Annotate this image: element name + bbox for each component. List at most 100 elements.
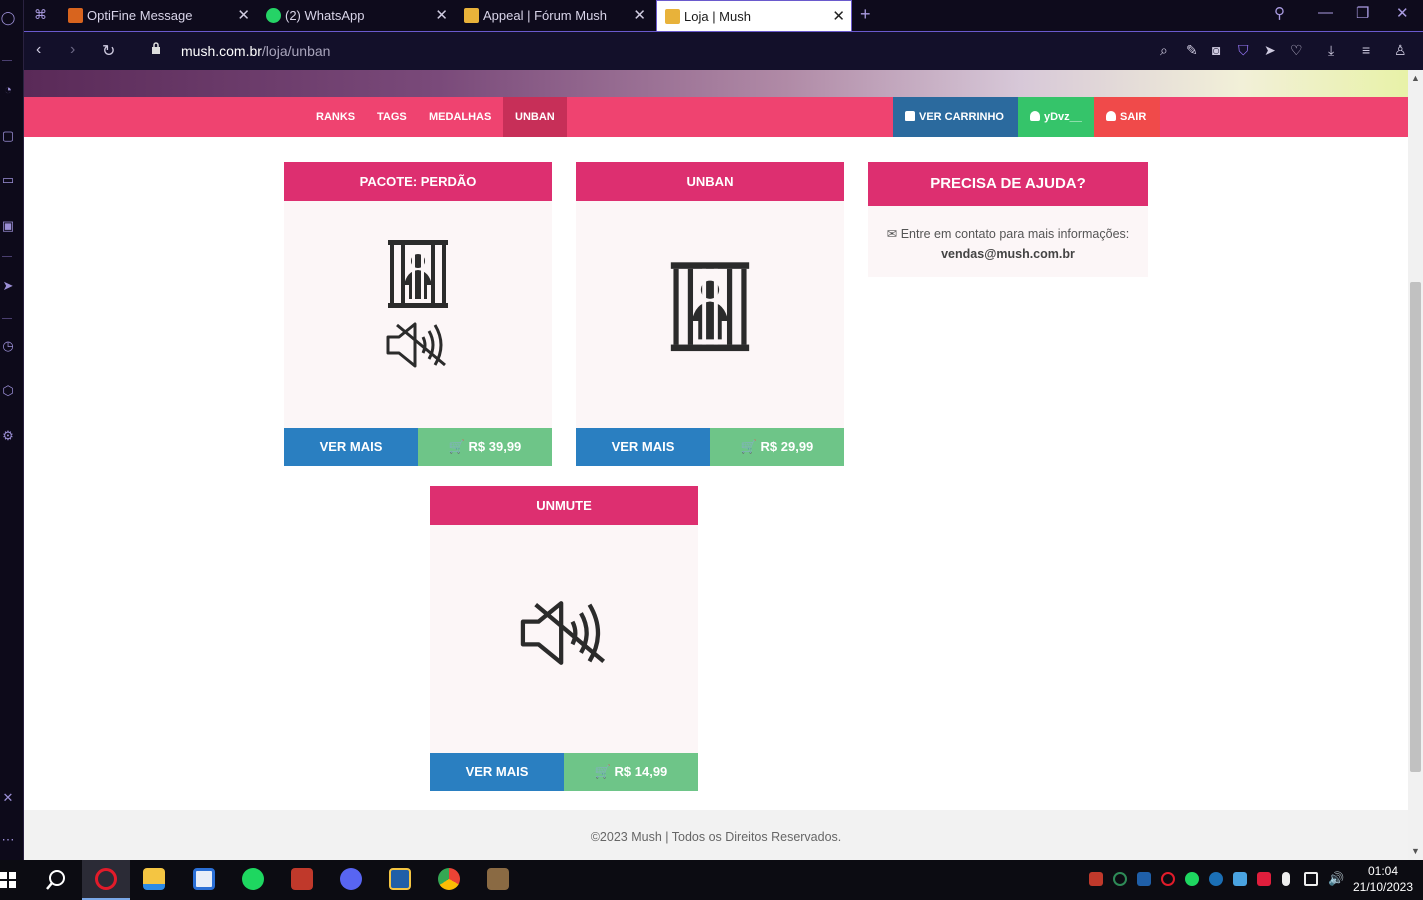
- taskbar-vpn[interactable]: [376, 860, 424, 900]
- tray-app-icon[interactable]: [1233, 872, 1247, 886]
- product-title: UNMUTE: [430, 486, 698, 525]
- user-button[interactable]: yDvz__: [1018, 97, 1094, 137]
- basket-icon: 🛒: [448, 439, 469, 454]
- page-viewport: RANKS TAGS MEDALHAS UNBAN VER CARRINHO y…: [24, 70, 1408, 860]
- product-title: PACOTE: PERDÃO: [284, 162, 552, 201]
- page-footer: ©2023 Mush | Todos os Direitos Reservado…: [24, 810, 1408, 860]
- reload-icon[interactable]: ↻: [102, 41, 115, 61]
- see-more-button[interactable]: VER MAIS: [430, 753, 564, 791]
- browser-sidebar: ◯ ◔ ▢ ▭ ▣ ➤ ◷ ⬡ ⚙ ✕ ⋯: [0, 0, 24, 860]
- speed-dial-icon[interactable]: ◔: [0, 82, 16, 98]
- history-icon[interactable]: ◷: [0, 338, 16, 354]
- send-icon[interactable]: ➤: [1264, 42, 1276, 59]
- instagram-icon[interactable]: ▣: [0, 218, 16, 234]
- network-icon[interactable]: [1304, 872, 1318, 886]
- envelope-icon: ✉: [886, 227, 901, 241]
- close-window-icon[interactable]: ✕: [1396, 4, 1409, 22]
- camera-icon[interactable]: ◙: [1212, 42, 1220, 58]
- restore-icon[interactable]: ❐: [1356, 4, 1369, 22]
- back-icon[interactable]: ‹: [36, 41, 41, 59]
- heart-icon[interactable]: ♡: [1290, 42, 1303, 59]
- product-card-unmute: UNMUTE VER MAIS 🛒 R$ 14,99: [430, 486, 698, 791]
- volume-icon[interactable]: 🔊: [1328, 872, 1344, 886]
- microphone-icon[interactable]: [1282, 872, 1290, 886]
- opera-icon: [95, 868, 117, 890]
- close-icon[interactable]: ✕: [633, 0, 646, 31]
- cube-icon[interactable]: ⬡: [0, 383, 16, 399]
- opera-tray-icon[interactable]: [1161, 872, 1175, 886]
- close-icon[interactable]: ✕: [832, 1, 845, 32]
- scroll-thumb[interactable]: [1410, 282, 1421, 772]
- search-icon[interactable]: ⚲: [1274, 4, 1285, 22]
- product-actions: VER MAIS 🛒 R$ 39,99: [284, 428, 552, 466]
- shield-icon: [389, 868, 411, 890]
- buy-button[interactable]: 🛒 R$ 29,99: [710, 428, 844, 466]
- close-icon[interactable]: ✕: [435, 0, 448, 31]
- see-more-button[interactable]: VER MAIS: [576, 428, 710, 466]
- game-controller-icon[interactable]: ⌘: [34, 7, 50, 23]
- nav-ranks[interactable]: RANKS: [304, 97, 367, 137]
- extension-icon[interactable]: ✕: [0, 790, 16, 806]
- spotify-tray-icon[interactable]: [1185, 872, 1199, 886]
- scroll-up-icon[interactable]: ▲: [1411, 73, 1420, 83]
- cart-button[interactable]: VER CARRINHO: [893, 97, 1018, 137]
- taskbar-voicemeeter[interactable]: [278, 860, 326, 900]
- see-more-button[interactable]: VER MAIS: [284, 428, 418, 466]
- voicemeeter-tray-icon[interactable]: [1089, 872, 1103, 886]
- nav-tags[interactable]: TAGS: [365, 97, 419, 137]
- taskbar-spotify[interactable]: [229, 860, 277, 900]
- vpn-tray-icon[interactable]: [1137, 872, 1151, 886]
- tray-app-icon[interactable]: [1113, 872, 1127, 886]
- amd-tray-icon[interactable]: [1257, 872, 1271, 886]
- zoom-icon[interactable]: ⌕: [1160, 42, 1168, 59]
- mush-icon: [665, 9, 680, 24]
- steam-tray-icon[interactable]: [1209, 872, 1223, 886]
- taskbar-explorer[interactable]: [130, 860, 178, 900]
- close-icon[interactable]: ✕: [237, 0, 250, 31]
- url-field[interactable]: mush.com.br/loja/unban: [181, 43, 330, 59]
- tab-label: (2) WhatsApp: [285, 8, 365, 23]
- new-tab-icon[interactable]: +: [860, 4, 871, 25]
- clock-time: 01:04: [1367, 864, 1399, 878]
- edit-icon[interactable]: ✎: [1186, 42, 1198, 59]
- minimize-icon[interactable]: —: [1318, 4, 1333, 21]
- taskbar-search[interactable]: [32, 860, 80, 900]
- more-icon[interactable]: ⋯: [0, 832, 16, 848]
- twitch-icon[interactable]: ▭: [0, 172, 16, 188]
- product-card-pacote: PACOTE: PERDÃO VER MAIS 🛒 R$ 39,99: [284, 162, 552, 466]
- forward-icon[interactable]: ›: [70, 41, 75, 59]
- taskbar-discord[interactable]: [327, 860, 375, 900]
- nav-medalhas[interactable]: MEDALHAS: [417, 97, 503, 137]
- profile-icon[interactable]: ♙: [1394, 42, 1407, 59]
- buy-button[interactable]: 🛒 R$ 39,99: [418, 428, 552, 466]
- help-email[interactable]: vendas@mush.com.br: [941, 247, 1075, 261]
- taskbar-opera[interactable]: [82, 860, 130, 900]
- tab-whatsapp[interactable]: (2) WhatsApp ✕: [258, 0, 454, 31]
- username-label: yDvz__: [1044, 111, 1082, 123]
- buy-button[interactable]: 🛒 R$ 14,99: [564, 753, 698, 791]
- logout-button[interactable]: SAIR: [1094, 97, 1160, 137]
- sidebar-divider: [2, 256, 12, 257]
- bag-icon[interactable]: ▢: [0, 128, 16, 144]
- taskbar-chrome[interactable]: [425, 860, 473, 900]
- page-scrollbar[interactable]: ▲ ▼: [1408, 70, 1423, 860]
- send-icon[interactable]: ➤: [0, 278, 16, 294]
- help-title: PRECISA DE AJUDA?: [868, 162, 1148, 206]
- system-clock[interactable]: 01:04 21/10/2023: [1350, 863, 1416, 895]
- taskbar-app[interactable]: [180, 860, 228, 900]
- tab-optifine[interactable]: OptiFine Message ✕: [60, 0, 256, 31]
- header-banner: [24, 70, 1408, 97]
- nav-unban[interactable]: UNBAN: [503, 97, 567, 137]
- opera-logo-icon[interactable]: ◯: [0, 10, 16, 26]
- sidebar-divider: [2, 60, 12, 61]
- voicemeeter-icon: [291, 868, 313, 890]
- tab-appeal[interactable]: Appeal | Fórum Mush ✕: [456, 0, 652, 31]
- tab-loja[interactable]: Loja | Mush ✕: [656, 0, 852, 31]
- vpn-shield-icon[interactable]: ⛉: [1238, 42, 1249, 59]
- settings-icon[interactable]: ⚙: [0, 428, 16, 444]
- scroll-down-icon[interactable]: ▼: [1411, 846, 1420, 856]
- download-icon[interactable]: ⤓: [1328, 42, 1334, 59]
- menu-icon[interactable]: ≡: [1362, 42, 1370, 58]
- tab-label: Loja | Mush: [684, 9, 751, 24]
- taskbar-minecraft[interactable]: [474, 860, 522, 900]
